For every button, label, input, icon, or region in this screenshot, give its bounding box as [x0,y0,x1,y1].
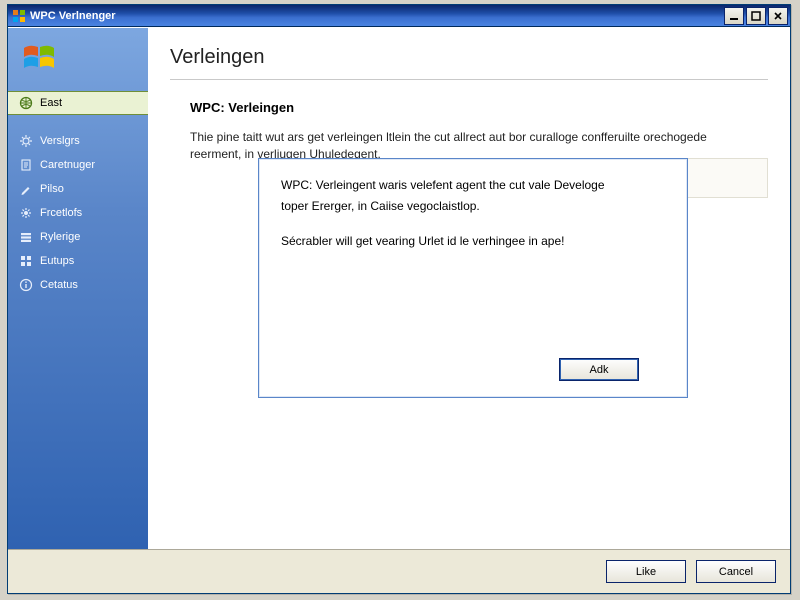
sidebar-item-verslgrs[interactable]: Verslgrs [8,129,148,153]
sidebar-item-label: Eutups [40,255,74,267]
close-button[interactable] [768,7,788,25]
maximize-button[interactable] [746,7,766,25]
sidebar-item-caretnuger[interactable]: Caretnuger [8,153,148,177]
dialog-text-line1: WPC: Verleingent waris velefent agent th… [281,177,667,194]
brand-logo [8,34,148,91]
grid-icon [18,253,34,269]
stack-icon [18,229,34,245]
dialog-text-line3: Sécrabler will get vearing Urlet id le v… [281,233,667,250]
window-title: WPC Verlnenger [30,10,116,22]
sidebar-item-label: Caretnuger [40,159,95,171]
sidebar-item-label: Verslgrs [40,135,80,147]
sidebar: East Verslgrs Caretnuger Pilso [8,28,148,549]
info-icon [18,277,34,293]
brush-icon [18,181,34,197]
globe-icon [18,95,34,111]
footer-bar: Like Cancel [8,549,790,593]
window-body: East Verslgrs Caretnuger Pilso [8,27,790,549]
flower-icon [18,205,34,221]
page-title: Verleingen [170,46,768,69]
page-subtitle: WPC: Verleingen [190,100,768,115]
content-area: Verleingen WPC: Verleingen Thie pine tai… [148,28,790,549]
sidebar-item-label: Pilso [40,183,64,195]
doc-icon [18,157,34,173]
gear-icon [18,133,34,149]
sidebar-item-rylerige[interactable]: Rylerige [8,225,148,249]
sidebar-item-label: Rylerige [40,231,80,243]
app-icon [12,9,26,23]
sidebar-item-frcetlofs[interactable]: Frcetlofs [8,201,148,225]
sidebar-item-label: Cetatus [40,279,78,291]
like-button[interactable]: Like [606,560,686,583]
message-dialog: WPC: Verleingent waris velefent agent th… [258,158,688,398]
sidebar-item-pilso[interactable]: Pilso [8,177,148,201]
dialog-text-line2: toper Ererger, in Caiise vegoclaistlop. [281,198,667,215]
sidebar-item-eutups[interactable]: Eutups [8,249,148,273]
dialog-ok-button[interactable]: Adk [559,358,639,381]
titlebar[interactable]: WPC Verlnenger [8,5,790,27]
sidebar-item-label: East [40,97,62,109]
sidebar-item-label: Frcetlofs [40,207,82,219]
app-window: WPC Verlnenger [7,4,791,594]
cancel-button[interactable]: Cancel [696,560,776,583]
divider [170,79,768,80]
minimize-button[interactable] [724,7,744,25]
sidebar-item-east[interactable]: East [8,91,148,115]
sidebar-item-cetatus[interactable]: Cetatus [8,273,148,297]
